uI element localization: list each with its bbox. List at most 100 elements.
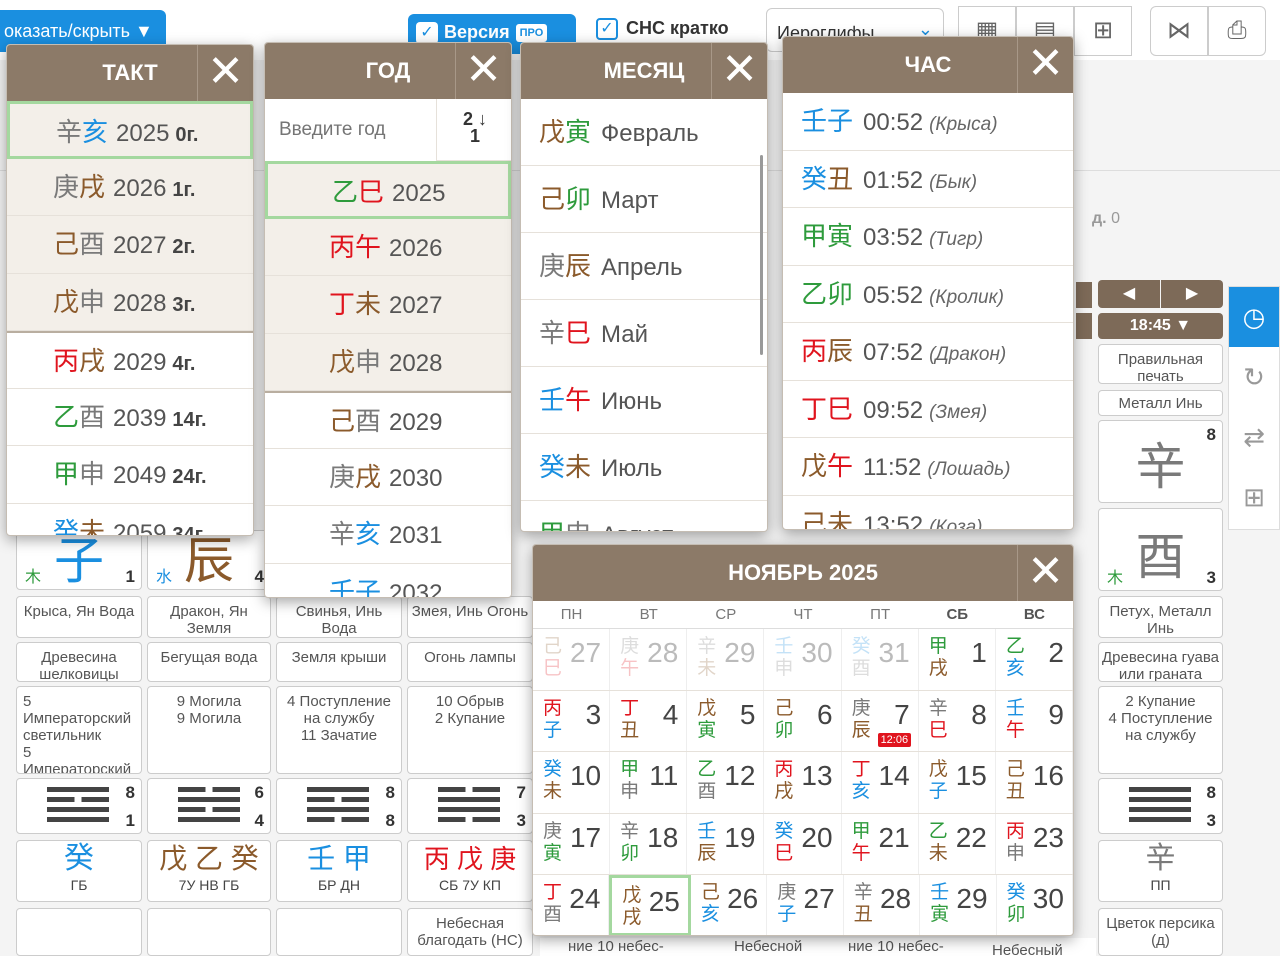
- clock-icon[interactable]: ◷: [1229, 287, 1279, 347]
- year-row[interactable]: 壬子 2032: [265, 564, 511, 598]
- close-icon[interactable]: ✕: [197, 45, 253, 101]
- year-row[interactable]: 丁未 2027: [265, 276, 511, 334]
- month-row[interactable]: 壬午 Июнь: [521, 367, 767, 434]
- calendar-day[interactable]: 甲戌 1: [919, 629, 996, 690]
- calendar-day[interactable]: 丙申 23: [996, 813, 1073, 875]
- takt-row[interactable]: 庚戌 2026 1г.: [7, 158, 253, 216]
- close-icon[interactable]: ✕: [1017, 37, 1073, 93]
- clock-refresh-icon[interactable]: ↻: [1229, 347, 1279, 407]
- right-stem-cell[interactable]: 辛 8: [1098, 420, 1223, 503]
- calendar-day[interactable]: 乙酉 12: [687, 752, 765, 813]
- calendar-day[interactable]: 癸巳 20: [764, 813, 842, 875]
- calendar-day[interactable]: 戊寅5: [687, 690, 765, 752]
- hour-row[interactable]: 丁巳 09:52 (Змея): [783, 381, 1073, 438]
- col2-branch-cell[interactable]: 辰 水 4: [147, 530, 271, 590]
- right-element-cell: Металл Инь: [1098, 390, 1223, 416]
- snc-brief-toggle[interactable]: ✓ СНС кратко: [596, 18, 729, 41]
- hour-row[interactable]: 壬子 00:52 (Крыса): [783, 93, 1073, 151]
- month-row[interactable]: 戊寅 Февраль: [521, 99, 767, 166]
- calendar-day[interactable]: 庚寅 17: [533, 813, 611, 875]
- day-stem: 壬: [697, 820, 717, 842]
- takt-row[interactable]: 丙戌 2029 4г.: [7, 331, 253, 389]
- calendar-day[interactable]: 丁酉 24: [533, 875, 610, 935]
- calendar-day[interactable]: 乙亥 2: [996, 629, 1073, 690]
- day-stem: 戊: [697, 697, 717, 719]
- hour-row[interactable]: 戊午 11:52 (Лошадь): [783, 438, 1073, 496]
- right-nayin-cell: Древесина гуава или граната: [1098, 642, 1223, 682]
- calendar-day[interactable]: 辛卯 18: [610, 813, 688, 875]
- takt-row[interactable]: 甲申 2049 24г.: [7, 446, 253, 504]
- takt-row[interactable]: 癸未 2059 34г.: [7, 504, 253, 536]
- takt-row[interactable]: 己酉 2027 2г.: [7, 216, 253, 274]
- calendar-day[interactable]: 壬辰 19: [687, 813, 765, 875]
- close-icon[interactable]: ✕: [711, 43, 767, 99]
- calendar-add-icon[interactable]: ⊞: [1229, 467, 1279, 527]
- calendar-day[interactable]: 戊戌 25: [609, 875, 691, 935]
- calendar-day[interactable]: 壬申 30: [764, 629, 842, 690]
- day-number: 17: [569, 821, 602, 853]
- day-branch: 巳: [928, 719, 948, 741]
- calendar-day[interactable]: 丙子3: [533, 690, 611, 752]
- hour-row[interactable]: 丙辰 07:52 (Дракон): [783, 323, 1073, 381]
- scrollbar-thumb[interactable]: [760, 155, 763, 355]
- calendar-day[interactable]: 甲申 11: [610, 752, 688, 813]
- calendar-day[interactable]: 辛巳 8: [919, 690, 996, 752]
- table-export-icon[interactable]: ⊞: [1074, 6, 1132, 56]
- calendar-day[interactable]: 丙戌 13: [764, 752, 842, 813]
- month-row[interactable]: 辛巳 Май: [521, 300, 767, 367]
- time-selector[interactable]: 18:45 ▼: [1098, 313, 1223, 339]
- calendar-day[interactable]: 辛丑 28: [844, 875, 921, 935]
- takt-row[interactable]: 戊申 2028 3г.: [7, 273, 253, 331]
- year-row[interactable]: 丙午 2026: [265, 218, 511, 276]
- checkbox-checked-icon[interactable]: ✓: [416, 22, 438, 45]
- calendar-day[interactable]: 己丑 16: [996, 752, 1073, 813]
- calendar-day[interactable]: 壬午 9: [996, 690, 1073, 752]
- print-icon[interactable]: ⎙: [1208, 6, 1266, 56]
- day-stem: 丙: [1005, 820, 1025, 842]
- calendar-day[interactable]: 庚子 27: [767, 875, 844, 935]
- share-icon[interactable]: ⋈: [1150, 6, 1208, 56]
- calendar-day[interactable]: 庚午 28: [610, 629, 688, 690]
- calendar-day[interactable]: 丁亥 14: [842, 752, 919, 813]
- sort-desc-icon[interactable]: 2 ↓ 1: [437, 99, 511, 161]
- year-row[interactable]: 辛亥 2031: [265, 506, 511, 564]
- next-arrow-icon[interactable]: ▶: [1161, 280, 1223, 308]
- checkbox-checked-icon[interactable]: ✓: [596, 18, 618, 41]
- calendar-day[interactable]: 癸未 10: [533, 752, 611, 813]
- year-input[interactable]: [265, 99, 437, 161]
- year-row[interactable]: 戊申 2028: [265, 333, 511, 391]
- hour-row[interactable]: 癸丑 01:52 (Бык): [783, 151, 1073, 208]
- right-branch-cell[interactable]: 酉 木 3: [1098, 508, 1223, 591]
- year-row[interactable]: 庚戌 2030: [265, 449, 511, 506]
- calendar-day[interactable]: 己巳 27: [533, 629, 611, 690]
- calendar-day[interactable]: 丁丑4: [610, 690, 688, 752]
- calendar-day[interactable]: 己卯6: [764, 690, 842, 752]
- prev-arrow-icon[interactable]: ◀: [1098, 280, 1160, 308]
- calendar-day[interactable]: 己亥 26: [691, 875, 768, 935]
- takt-row[interactable]: 辛亥 2025 0г.: [7, 101, 253, 159]
- year-row[interactable]: 乙巳 2025: [265, 161, 511, 219]
- col1-branch-cell[interactable]: 子 木 1: [16, 530, 142, 590]
- calendar-day[interactable]: 辛未 29: [687, 629, 765, 690]
- calendar-day[interactable]: 癸卯 30: [997, 875, 1073, 935]
- calendar-grid: ПН ВТ СР ЧТ ПТ СБ ВС 己巳 27 庚午 28 辛未 29 壬申 30 癸酉 31 甲戌 1 乙亥…: [533, 601, 1073, 935]
- month-row[interactable]: 庚辰 Апрель: [521, 233, 767, 300]
- hour-row[interactable]: 乙卯 05:52 (Кролик): [783, 266, 1073, 323]
- hour-row[interactable]: 己未 13:52 (Коза): [783, 496, 1073, 530]
- hour-row[interactable]: 甲寅 03:52 (Тигр): [783, 208, 1073, 266]
- year-row[interactable]: 己酉 2029: [265, 391, 511, 449]
- day-stem: 乙: [928, 820, 948, 842]
- calendar-day[interactable]: 戊子 15: [919, 752, 996, 813]
- month-row[interactable]: 己卯 Март: [521, 166, 767, 233]
- calendar-day[interactable]: 乙未 22: [919, 813, 996, 875]
- month-row[interactable]: 甲申 Август: [521, 501, 767, 531]
- calendar-day[interactable]: 庚辰 7 12:06: [842, 690, 919, 752]
- month-row[interactable]: 癸未 Июль: [521, 434, 767, 501]
- calendar-day[interactable]: 壬寅 29: [920, 875, 997, 935]
- swap-arrows-icon[interactable]: ⇄: [1229, 407, 1279, 467]
- close-icon[interactable]: ✕: [455, 43, 511, 99]
- calendar-day[interactable]: 甲午 21: [842, 813, 919, 875]
- calendar-day[interactable]: 癸酉 31: [842, 629, 919, 690]
- close-icon[interactable]: ✕: [1017, 545, 1073, 601]
- takt-row[interactable]: 乙酉 2039 14г.: [7, 389, 253, 446]
